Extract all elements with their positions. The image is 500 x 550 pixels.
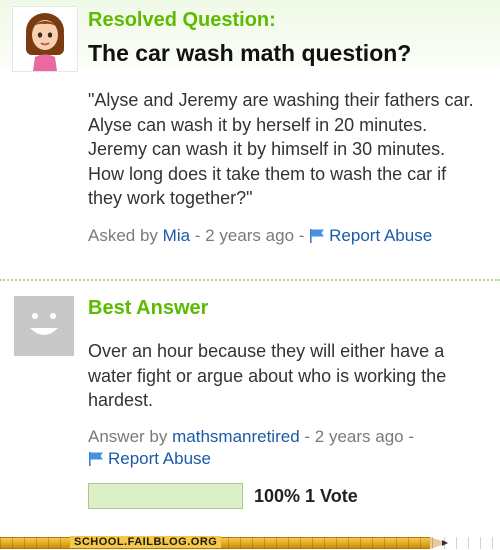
answerer-link[interactable]: mathsmanretired bbox=[172, 427, 300, 446]
resolved-question-label: Resolved Question: bbox=[88, 9, 276, 31]
best-answer-label: Best Answer bbox=[88, 297, 209, 319]
asked-by-label: Asked by bbox=[88, 226, 158, 245]
asker-link[interactable]: Mia bbox=[163, 226, 190, 245]
default-smiley-avatar-icon bbox=[30, 313, 58, 335]
section-divider bbox=[0, 279, 500, 281]
question-body: "Alyse and Jeremy are washing their fath… bbox=[88, 90, 474, 208]
question-time: - 2 years ago - bbox=[190, 226, 310, 245]
question-meta: Asked by Mia - 2 years ago - Report Abus… bbox=[88, 226, 432, 246]
rating-label: 100% 1 Vote bbox=[254, 486, 358, 506]
answer-by-label: Answer by bbox=[88, 427, 168, 446]
site-watermark: SCHOOL.FAILBLOG.ORG bbox=[70, 536, 222, 548]
answer-meta: Answer by mathsmanretired - 2 years ago … bbox=[88, 427, 414, 447]
report-abuse-link[interactable]: Report Abuse bbox=[309, 226, 432, 245]
flag-icon bbox=[89, 452, 103, 466]
answer-report-abuse-link[interactable]: Report Abuse bbox=[88, 449, 211, 469]
rating-bar bbox=[88, 483, 243, 509]
report-abuse-label: Report Abuse bbox=[108, 449, 212, 468]
flag-icon bbox=[310, 229, 325, 243]
asker-avatar[interactable] bbox=[12, 6, 78, 72]
answer-body: Over an hour because they will either ha… bbox=[88, 341, 447, 410]
question-title: The car wash math question? bbox=[88, 40, 412, 66]
answer-time: - 2 years ago - bbox=[299, 427, 414, 446]
rating-bar-fill bbox=[89, 484, 242, 508]
answerer-avatar[interactable] bbox=[14, 296, 74, 356]
girl-avatar-icon bbox=[26, 13, 64, 71]
